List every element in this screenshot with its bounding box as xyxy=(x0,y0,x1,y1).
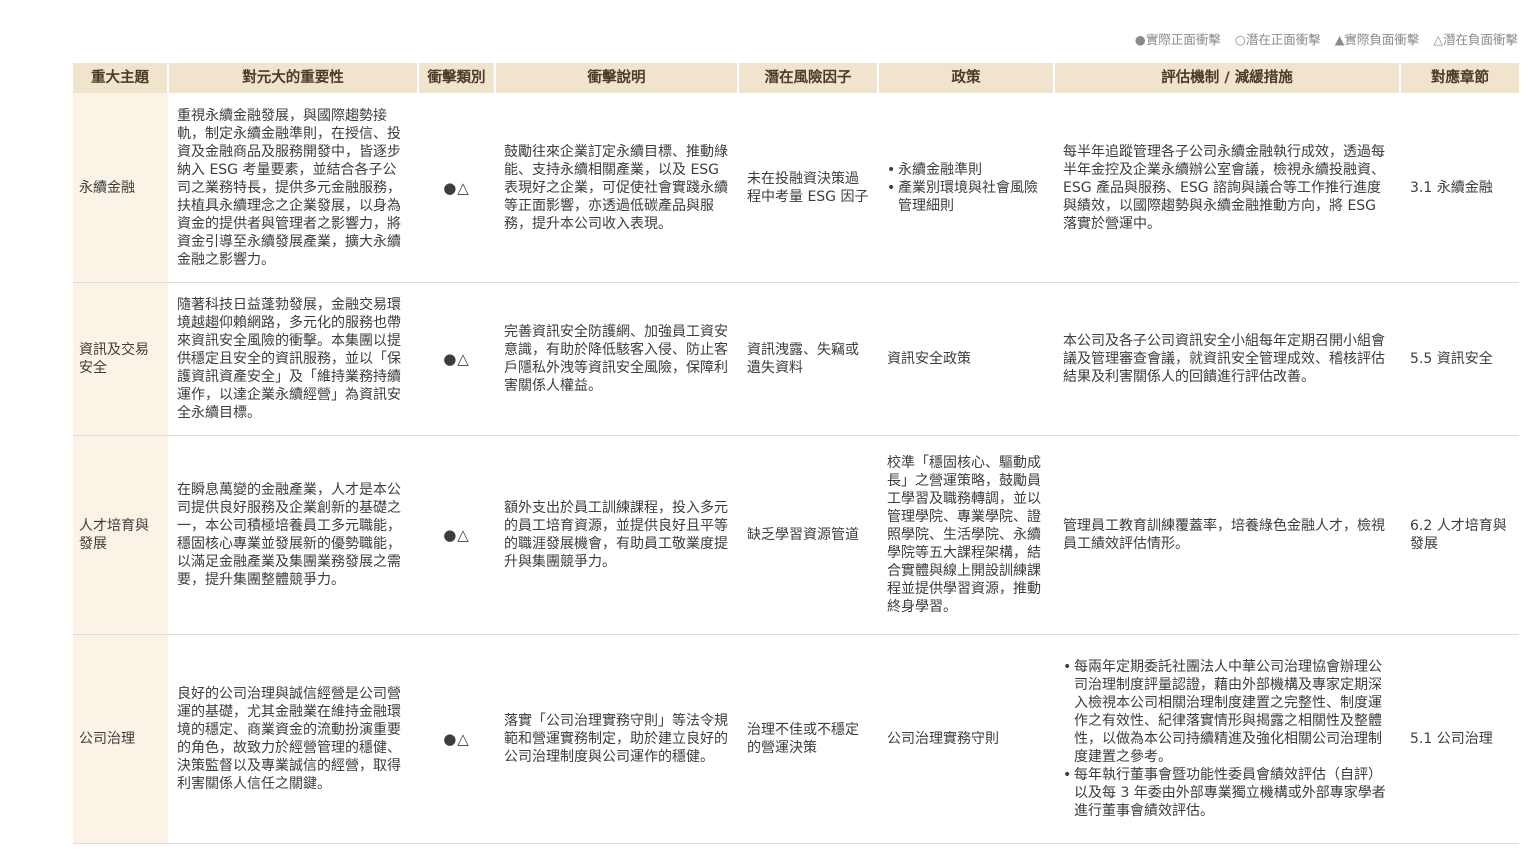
chapter-cell: 5.5 資訊安全 xyxy=(1400,282,1519,436)
legend-potential-positive: ○潛在正面衝擊 xyxy=(1234,32,1321,47)
importance-cell: 在瞬息萬變的金融產業，人才是本公司提供良好服務及企業創新的基礎之一，本公司積極培… xyxy=(168,435,418,635)
topic-cell: 公司治理 xyxy=(73,634,168,844)
table-row: 公司治理 良好的公司治理與誠信經營是公司營運的基礎，尤其金融業在維持金融環境的穩… xyxy=(73,634,1519,844)
legend-actual-negative: ▲實際負面衝擊 xyxy=(1334,32,1420,47)
impact-desc-cell: 落實「公司治理實務守則」等法令規範和營運實務制定，助於建立良好的公司治理制度與公… xyxy=(495,634,738,844)
impact-legend: ●實際正面衝擊 ○潛在正面衝擊 ▲實際負面衝擊 △潛在負面衝擊 xyxy=(1135,29,1518,48)
impact-desc-cell: 額外支出於員工訓練課程，投入多元的員工培育資源，並提供良好且平等的職涯發展機會，… xyxy=(495,435,738,635)
topic-cell: 資訊及交易安全 xyxy=(73,282,168,436)
impact-type-cell: ●△ xyxy=(418,93,495,283)
measures-cell: 本公司及各子公司資訊安全小組每年定期召開小組會議及管理審查會議，就資訊安全管理成… xyxy=(1054,282,1400,436)
importance-cell: 隨著科技日益蓬勃發展，金融交易環境越趨仰賴網路，多元化的服務也帶來資訊安全風險的… xyxy=(168,282,418,436)
header-risk: 潛在風險因子 xyxy=(737,63,878,93)
table-row: 人才培育與發展 在瞬息萬變的金融產業，人才是本公司提供良好服務及企業創新的基礎之… xyxy=(73,435,1519,635)
risk-cell: 資訊洩露、失竊或遺失資料 xyxy=(738,282,878,436)
chapter-cell: 6.2 人才培育與發展 xyxy=(1400,435,1519,635)
table-row: 資訊及交易安全 隨著科技日益蓬勃發展，金融交易環境越趨仰賴網路，多元化的服務也帶… xyxy=(73,282,1519,436)
policy-cell: 永續金融準則 產業別環境與社會風險管理細則 xyxy=(878,93,1054,283)
measures-cell: 每兩年定期委託社團法人中華公司治理協會辦理公司治理制度評量認證，藉由外部機構及專… xyxy=(1054,634,1400,844)
topic-cell: 人才培育與發展 xyxy=(73,435,168,635)
header-impact-desc: 衝擊說明 xyxy=(494,63,738,93)
impact-type-cell: ●△ xyxy=(418,435,495,635)
policy-cell: 資訊安全政策 xyxy=(878,282,1054,436)
header-measures: 評估機制 / 減緩措施 xyxy=(1053,63,1400,93)
legend-potential-negative: △潛在負面衝擊 xyxy=(1433,32,1518,47)
header-topic: 重大主題 xyxy=(73,63,168,93)
table-header-row: 重大主題 對元大的重要性 衝擊類別 衝擊說明 潛在風險因子 政策 評估機制 / … xyxy=(73,63,1519,93)
measure-item: 每年執行董事會暨功能性委員會績效評估（自評）以及每 3 年委由外部專業獨立機構或… xyxy=(1063,766,1391,820)
table-row: 永續金融 重視永續金融發展，與國際趨勢接軌，制定永續金融準則，在授信、投資及金融… xyxy=(73,93,1519,283)
policy-item: 永續金融準則 xyxy=(887,161,1045,179)
header-chapter: 對應章節 xyxy=(1399,63,1519,93)
header-importance: 對元大的重要性 xyxy=(167,63,418,93)
risk-cell: 缺乏學習資源管道 xyxy=(738,435,878,635)
measures-cell: 每半年追蹤管理各子公司永續金融執行成效，透過每半年金控及企業永續辦公室會議，檢視… xyxy=(1054,93,1400,283)
importance-cell: 重視永續金融發展，與國際趨勢接軌，制定永續金融準則，在授信、投資及金融商品及服務… xyxy=(168,93,418,283)
impact-desc-cell: 完善資訊安全防護網、加強員工資安意識，有助於降低駭客入侵、防止客戶隱私外洩等資訊… xyxy=(495,282,738,436)
importance-cell: 良好的公司治理與誠信經營是公司營運的基礎，尤其金融業在維持金融環境的穩定、商業資… xyxy=(168,634,418,844)
chapter-cell: 3.1 永續金融 xyxy=(1400,93,1519,283)
risk-cell: 治理不佳或不穩定的營運決策 xyxy=(738,634,878,844)
chapter-cell: 5.1 公司治理 xyxy=(1400,634,1519,844)
policy-cell: 校準「穩固核心、驅動成長」之營運策略，鼓勵員工學習及職務轉調，並以管理學院、專業… xyxy=(878,435,1054,635)
risk-cell: 未在投融資決策過程中考量 ESG 因子 xyxy=(738,93,878,283)
impact-type-cell: ●△ xyxy=(418,634,495,844)
header-policy: 政策 xyxy=(877,63,1054,93)
measures-cell: 管理員工教育訓練覆蓋率，培養綠色金融人才，檢視員工績效評估情形。 xyxy=(1054,435,1400,635)
topic-cell: 永續金融 xyxy=(73,93,168,283)
impact-desc-cell: 鼓勵往來企業訂定永續目標、推動綠能、支持永續相關產業，以及 ESG 表現好之企業… xyxy=(495,93,738,283)
header-impact-type: 衝擊類別 xyxy=(417,63,495,93)
material-topics-table: 重大主題 對元大的重要性 衝擊類別 衝擊說明 潛在風險因子 政策 評估機制 / … xyxy=(73,63,1519,844)
policy-item: 產業別環境與社會風險管理細則 xyxy=(887,179,1045,215)
impact-type-cell: ●△ xyxy=(418,282,495,436)
measure-item: 每兩年定期委託社團法人中華公司治理協會辦理公司治理制度評量認證，藉由外部機構及專… xyxy=(1063,658,1391,766)
policy-cell: 公司治理實務守則 xyxy=(878,634,1054,844)
legend-actual-positive: ●實際正面衝擊 xyxy=(1134,32,1221,47)
